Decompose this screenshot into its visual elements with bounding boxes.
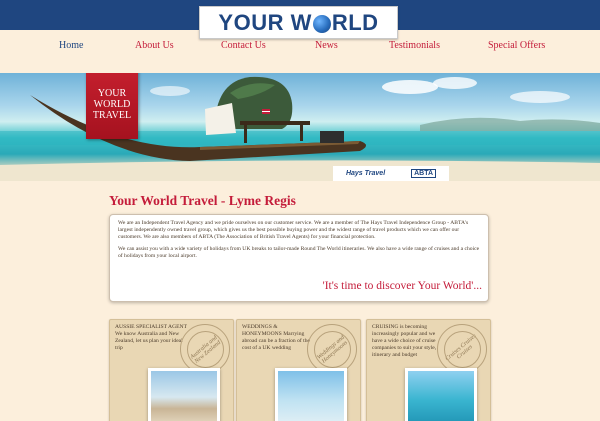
nav-testimonials[interactable]: Testimonials [389, 40, 440, 51]
card-weddings-honeymoons[interactable]: WEDDINGS & HONEYMOONS Marrying abroad ca… [236, 319, 361, 421]
card-text: CRUISING is becoming increasingly popula… [372, 324, 444, 359]
abta-logo: ABTA [411, 169, 437, 178]
wedding-photo [275, 368, 347, 421]
nav-contact-us[interactable]: Contact Us [221, 40, 266, 51]
cruise-photo [405, 368, 477, 421]
logo-text: YOUR W RLD [218, 10, 378, 36]
kangaroo-photo [148, 368, 220, 421]
card-body: We know Australia and New Zealand, let u… [115, 331, 183, 351]
card-text: WEDDINGS & HONEYMOONS Marrying abroad ca… [242, 324, 314, 352]
globe-icon [312, 14, 331, 33]
tagline: 'It's time to discover Your World'... [322, 280, 482, 292]
intro-paragraph-1: We are an Independent Travel Agency and … [118, 220, 469, 240]
intro-panel: We are an Independent Travel Agency and … [109, 214, 489, 302]
logo-text-part1: YOUR W [218, 9, 312, 35]
ribbon-text: YOUR WORLD TRAVEL [92, 87, 132, 121]
stamp-text: Australia and New Zealand [189, 334, 223, 365]
nav-home[interactable]: Home [59, 40, 83, 51]
nav-about-us[interactable]: About Us [135, 40, 174, 51]
card-aussie-specialist[interactable]: AUSSIE SPECIALIST AGENT We know Australi… [109, 319, 234, 421]
main-nav: Home About Us Contact Us News Testimonia… [0, 40, 600, 58]
hays-travel-logo: Hays Travel [345, 170, 386, 177]
nav-special-offers[interactable]: Special Offers [488, 40, 545, 51]
card-heading: WEDDINGS & HONEYMOONS [242, 324, 282, 337]
hero-banner: YOUR WORLD TRAVEL [0, 73, 600, 181]
partner-logos: Hays Travel ABTA [333, 166, 449, 181]
stamp-text: Weddings and Honeymoons [316, 334, 349, 365]
nav-news[interactable]: News [315, 40, 338, 51]
stamp-text: Cruises Cruises Cruises [444, 333, 478, 363]
page-title: Your World Travel - Lyme Regis [109, 193, 296, 208]
card-heading: AUSSIE SPECIALIST AGENT [115, 324, 187, 330]
card-heading: CRUISING [372, 324, 399, 330]
card-text: AUSSIE SPECIALIST AGENT We know Australi… [115, 324, 187, 352]
logo-text-part2: RLD [331, 9, 379, 35]
stamp-emblem: Cruises Cruises Cruises [437, 324, 487, 374]
hero-ribbon-badge: YOUR WORLD TRAVEL [86, 73, 138, 139]
card-cruising[interactable]: CRUISING is becoming increasingly popula… [366, 319, 491, 421]
stamp-emblem: Australia and New Zealand [180, 324, 230, 374]
stamp-emblem: Weddings and Honeymoons [307, 324, 357, 374]
site-logo[interactable]: YOUR W RLD [199, 6, 398, 39]
intro-paragraph-2: We can assist you with a wide variety of… [118, 246, 480, 259]
